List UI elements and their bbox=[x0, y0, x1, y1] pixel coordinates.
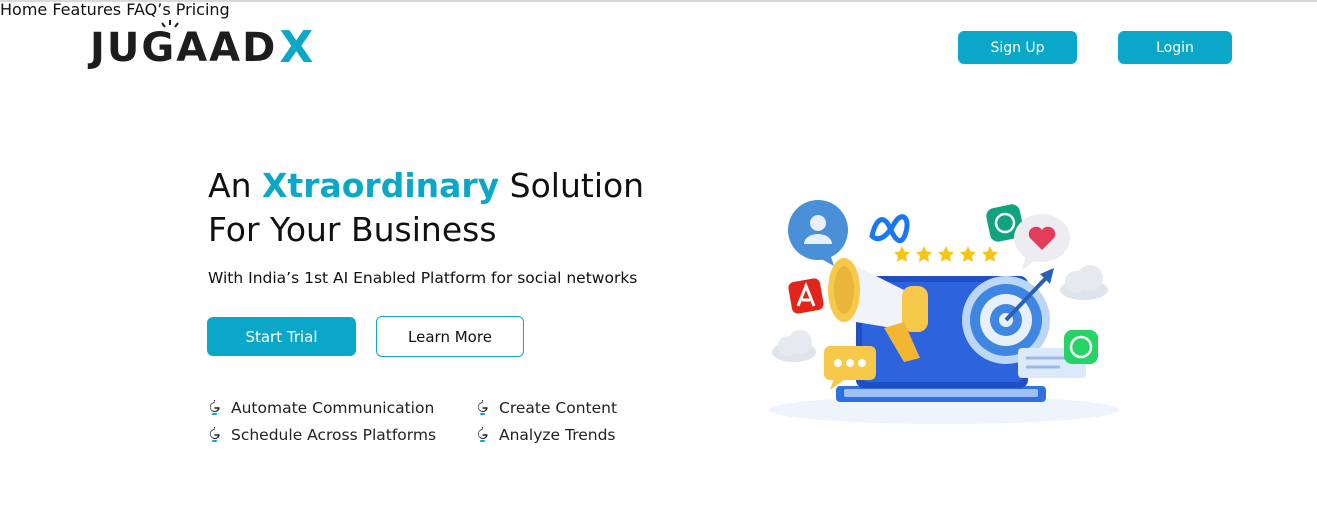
feature-item: Automate Communication bbox=[208, 399, 434, 417]
heart-bubble-icon bbox=[1014, 214, 1070, 270]
bulb-rays-icon bbox=[161, 20, 179, 28]
star-icon bbox=[938, 246, 954, 262]
brand-logo[interactable]: JUGAAD X bbox=[90, 18, 313, 70]
feature-label: Schedule Across Platforms bbox=[231, 426, 437, 444]
feature-label: Automate Communication bbox=[231, 399, 435, 417]
star-icon bbox=[960, 246, 976, 262]
cloud-icon bbox=[1060, 265, 1108, 300]
hero-title: An Xtraordinary Solution For Your Busine… bbox=[208, 164, 644, 252]
hero-subtitle: With India’s 1st AI Enabled Platform for… bbox=[208, 269, 638, 287]
nav-home[interactable]: Home bbox=[0, 0, 47, 19]
adobe-icon bbox=[788, 278, 824, 314]
signup-button[interactable]: Sign Up bbox=[958, 31, 1077, 64]
bulb-g-icon bbox=[477, 400, 488, 415]
feature-label: Analyze Trends bbox=[499, 426, 616, 444]
start-trial-button[interactable]: Start Trial bbox=[207, 317, 356, 356]
hero-illustration bbox=[769, 200, 1119, 424]
nav-features[interactable]: Features bbox=[52, 0, 121, 19]
user-bubble-icon bbox=[788, 200, 848, 266]
logo-x: X bbox=[279, 22, 314, 73]
star-icon bbox=[982, 246, 998, 262]
feature-item: Schedule Across Platforms bbox=[208, 426, 436, 444]
feature-label: Create Content bbox=[499, 399, 618, 417]
learn-more-button[interactable]: Learn More bbox=[376, 316, 524, 357]
star-icon bbox=[894, 246, 910, 262]
bulb-g-icon bbox=[209, 400, 220, 415]
main-nav: Home Features FAQ’s Pricing bbox=[0, 0, 1317, 19]
nav-pricing[interactable]: Pricing bbox=[176, 0, 230, 19]
bulb-g-icon bbox=[209, 427, 220, 442]
feature-item: Analyze Trends bbox=[476, 426, 616, 444]
login-button[interactable]: Login bbox=[1118, 31, 1232, 64]
top-border bbox=[0, 0, 1317, 2]
nav-faqs[interactable]: FAQ’s bbox=[126, 0, 170, 19]
meta-icon bbox=[869, 214, 910, 244]
feature-item: Create Content bbox=[476, 399, 617, 417]
rating-stars bbox=[894, 246, 998, 262]
title-line2: For Your Business bbox=[208, 210, 497, 249]
logo-text: JUGAAD bbox=[90, 25, 278, 71]
title-part1: An bbox=[208, 166, 262, 205]
title-part2: Solution bbox=[499, 166, 645, 205]
cloud-icon bbox=[772, 330, 816, 362]
bulb-g-icon bbox=[477, 427, 488, 442]
star-icon bbox=[916, 246, 932, 262]
title-accent: Xtraordinary bbox=[261, 166, 500, 205]
